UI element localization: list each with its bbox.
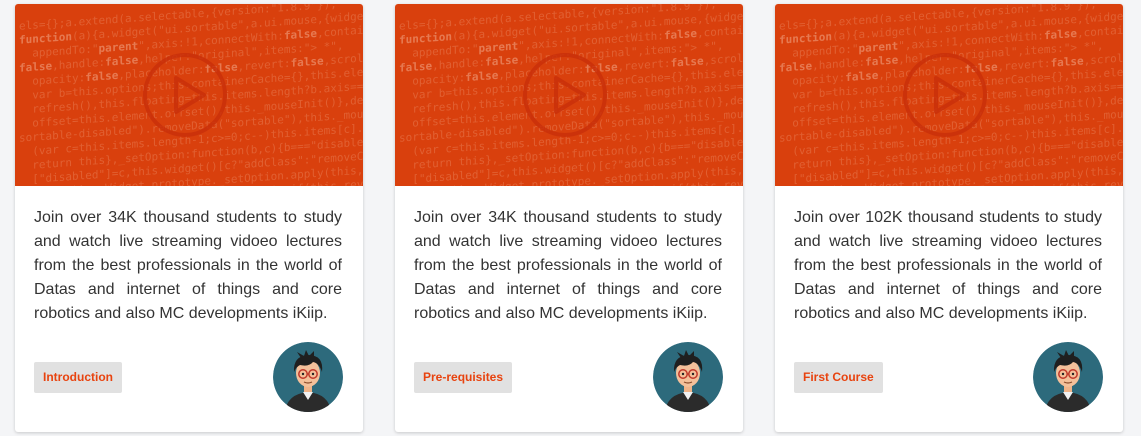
course-description: Join over 102K thousand students to stud… xyxy=(794,209,1102,322)
instructor-avatar-icon[interactable] xyxy=(653,342,723,412)
course-card[interactable]: els={};a.extend(a.selectable,{version:"1… xyxy=(15,4,363,432)
course-thumbnail[interactable]: els={};a.extend(a.selectable,{version:"1… xyxy=(395,4,743,186)
course-description: Join over 34K thousand students to study… xyxy=(414,209,722,322)
course-badge-first-course[interactable]: First Course xyxy=(794,362,883,393)
course-thumbnail[interactable]: els={};a.extend(a.selectable,{version:"1… xyxy=(775,4,1123,186)
course-badge-prerequisites[interactable]: Pre-requisites xyxy=(414,362,513,393)
play-circle-icon[interactable] xyxy=(522,52,608,138)
course-card-list: els={};a.extend(a.selectable,{version:"1… xyxy=(0,0,1141,436)
play-circle-icon[interactable] xyxy=(902,52,988,138)
course-card[interactable]: els={};a.extend(a.selectable,{version:"1… xyxy=(395,4,743,432)
instructor-avatar-icon[interactable] xyxy=(1033,342,1103,412)
course-description: Join over 34K thousand students to study… xyxy=(34,209,342,322)
play-circle-icon[interactable] xyxy=(142,52,228,138)
course-card[interactable]: els={};a.extend(a.selectable,{version:"1… xyxy=(775,4,1123,432)
course-badge-introduction[interactable]: Introduction xyxy=(34,362,122,393)
course-thumbnail[interactable]: els={};a.extend(a.selectable,{version:"1… xyxy=(15,4,363,186)
instructor-avatar-icon[interactable] xyxy=(273,342,343,412)
